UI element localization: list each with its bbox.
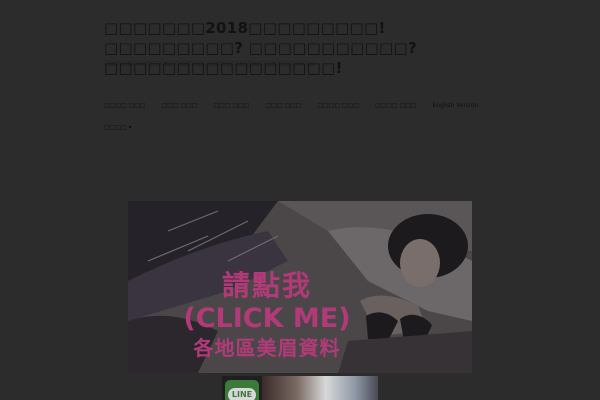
nav-item-6[interactable]: □□□□ □□□: [375, 100, 417, 112]
nav-item-2[interactable]: □□□ □□□: [162, 100, 198, 112]
line-logo-text: LINE: [228, 388, 256, 400]
nav-item-4[interactable]: □□□ □□□: [265, 100, 301, 112]
line-banner-photo: [262, 376, 378, 400]
line-banner[interactable]: LINE: [222, 376, 378, 400]
site-title[interactable]: □□□□□□□2018□□□□□□□□□! □□□□□□□□□? □□□□□□□…: [104, 18, 504, 78]
banner-line-1: 請點我: [221, 269, 312, 302]
nav-item-3[interactable]: □□□ □□□: [214, 100, 250, 112]
nav-item-5[interactable]: □□□□ □□□: [317, 100, 359, 112]
banner-line-2: (CLICK ME): [183, 303, 351, 334]
nav-item-english-version[interactable]: English Version: [433, 100, 479, 112]
main-nav: □□□□ □□□ □□□ □□□ □□□ □□□ □□□ □□□ □□□□ □□…: [104, 100, 504, 134]
banner-text: 請點我 (CLICK ME) 各地區美眉資料: [172, 270, 362, 361]
click-me-banner[interactable]: 請點我 (CLICK ME) 各地區美眉資料: [128, 201, 472, 373]
banner-line-3: 各地區美眉資料: [193, 336, 341, 360]
page: □□□□□□□2018□□□□□□□□□! □□□□□□□□□? □□□□□□□…: [0, 0, 600, 400]
site-tagline: □□□□□□□□□□□□□□□□□□□□□□□□□□□□□□□□□□□□□□□□…: [104, 61, 314, 67]
line-logo-icon: LINE: [225, 380, 259, 400]
nav-row-primary: □□□□ □□□ □□□ □□□ □□□ □□□ □□□ □□□ □□□□ □□…: [104, 100, 504, 112]
nav-item-1[interactable]: □□□□ □□□: [104, 100, 146, 112]
nav-row-secondary: □□□□ ▾: [104, 122, 504, 134]
nav-item-more[interactable]: □□□□ ▾: [104, 122, 132, 134]
